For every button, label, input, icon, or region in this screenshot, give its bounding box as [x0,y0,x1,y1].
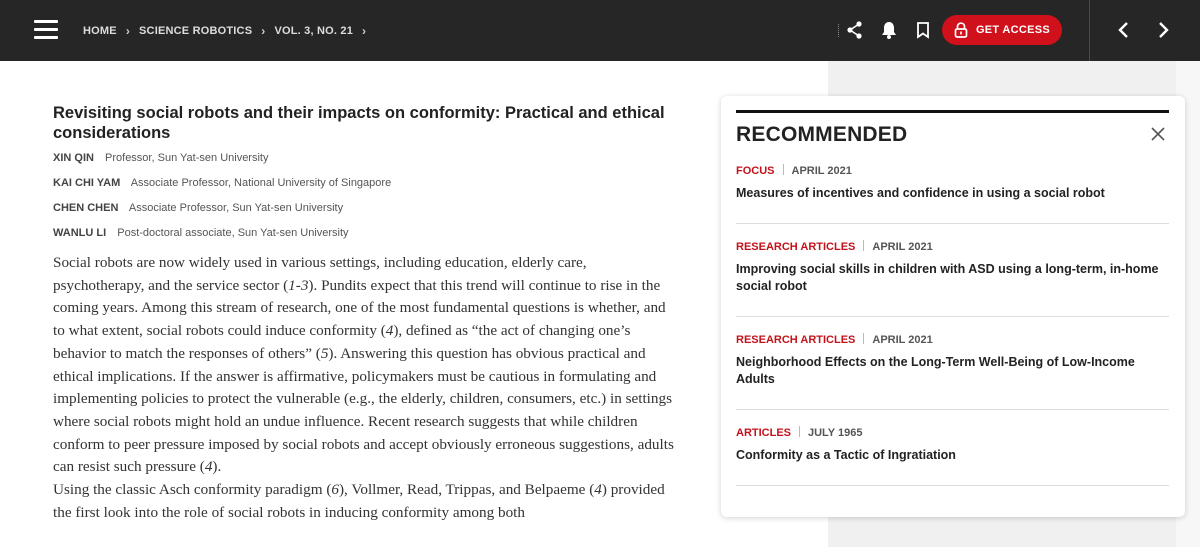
reference-link[interactable]: 1-3 [288,277,308,294]
bell-icon[interactable] [878,19,900,41]
share-icon[interactable] [844,19,866,41]
author-name[interactable]: XIN QIN [53,152,94,164]
get-access-button[interactable]: GET ACCESS [942,15,1062,45]
breadcrumb-journal[interactable]: SCIENCE ROBOTICS [139,25,252,37]
article-content: Revisiting social robots and their impac… [53,103,678,524]
author-row: XIN QIN Professor, Sun Yat-sen Universit… [53,151,678,176]
author-name[interactable]: KAI CHI YAM [53,177,120,189]
recommended-title-link[interactable]: Measures of incentives and confidence in… [736,185,1169,202]
chevron-right-icon[interactable]: › [362,24,366,38]
body-text: Using the classic Asch conformity paradi… [53,481,332,499]
chevron-right-icon: › [261,23,266,38]
meta-divider [799,426,800,437]
chevron-right-icon: › [125,23,131,38]
meta-divider [782,164,784,175]
body-text: ), Vollmer, Read, Trippas, and Belpaeme … [338,481,595,499]
menu-icon[interactable] [34,20,58,40]
body-paragraph: Using the classic Asch conformity paradi… [53,479,678,524]
breadcrumb-issue[interactable]: VOL. 3, NO. 21 [274,25,353,37]
author-row: KAI CHI YAM Associate Professor, Nationa… [53,176,678,201]
recommended-type[interactable]: RESEARCH ARTICLES [736,241,855,253]
panel-top-rule [736,110,1169,113]
recommended-date: APRIL 2021 [791,165,852,177]
recommended-title-link[interactable]: Neighborhood Effects on the Long-Term We… [736,354,1169,388]
close-icon[interactable] [1150,126,1166,142]
body-text: ). [212,458,222,476]
lock-icon [954,22,968,38]
recommended-item: RESEARCH ARTICLES APRIL 2021 Improving so… [736,240,1169,317]
author-name[interactable]: CHEN CHEN [53,202,118,214]
recommended-item: RESEARCH ARTICLES APRIL 2021 Neighborhood… [736,333,1169,410]
author-affiliation: Sun Yat-sen University [237,227,349,239]
author-row: CHEN CHEN Associate Professor, Sun Yat-s… [53,201,678,226]
top-navigation-bar: HOME › SCIENCE ROBOTICS › VOL. 3, NO. 21… [0,0,1200,61]
toolbar-divider [1089,0,1090,61]
author-affiliation: National University of Singapore [234,177,392,189]
author-role: Associate Professor, [130,177,231,189]
chevron-left-icon[interactable] [1113,19,1135,41]
author-row: WANLU LI Post-doctoral associate, Sun Ya… [53,226,678,252]
reference-link[interactable]: 6 [331,481,339,498]
body-text: ). Answering this question has obvious p… [53,344,674,476]
recommended-panel: RECOMMENDED FOCUS APRIL 2021 Measures of … [721,96,1185,517]
breadcrumb: HOME › SCIENCE ROBOTICS › VOL. 3, NO. 21… [83,0,375,61]
author-name[interactable]: WANLU LI [53,227,106,239]
toolbar-divider [838,24,840,37]
author-role: Associate Professor, [128,202,230,214]
get-access-label: GET ACCESS [975,24,1051,36]
recommended-type[interactable]: RESEARCH ARTICLES [736,334,855,346]
recommended-date: APRIL 2021 [872,241,933,253]
body-paragraph: Social robots are now widely used in var… [53,252,678,479]
bookmark-icon[interactable] [912,19,934,41]
author-role: Post-doctoral associate, [117,227,235,239]
recommended-date: JULY 1965 [808,427,863,439]
recommended-title-link[interactable]: Improving social skills in children with… [736,261,1169,295]
recommended-type[interactable]: FOCUS [736,165,775,177]
recommended-item: FOCUS APRIL 2021 Measures of incentives a… [736,164,1169,224]
recommended-item: ARTICLES JULY 1965 Conformity as a Tactic… [736,426,1169,486]
article-title: Revisiting social robots and their impac… [53,104,665,142]
panel-heading: RECOMMENDED [736,123,908,146]
reference-link[interactable]: 4 [594,481,602,498]
chevron-right-icon[interactable] [1152,19,1174,41]
author-affiliation: Sun Yat-sen University [157,152,269,164]
author-role: Professor, [105,152,155,164]
meta-divider [863,240,865,251]
author-affiliation: Sun Yat-sen University [232,202,344,214]
recommended-type[interactable]: ARTICLES [736,427,791,439]
recommended-date: APRIL 2021 [872,334,933,346]
meta-divider [863,333,865,344]
recommended-title-link[interactable]: Conformity as a Tactic of Ingratiation [736,447,1169,464]
breadcrumb-home[interactable]: HOME [83,25,117,37]
